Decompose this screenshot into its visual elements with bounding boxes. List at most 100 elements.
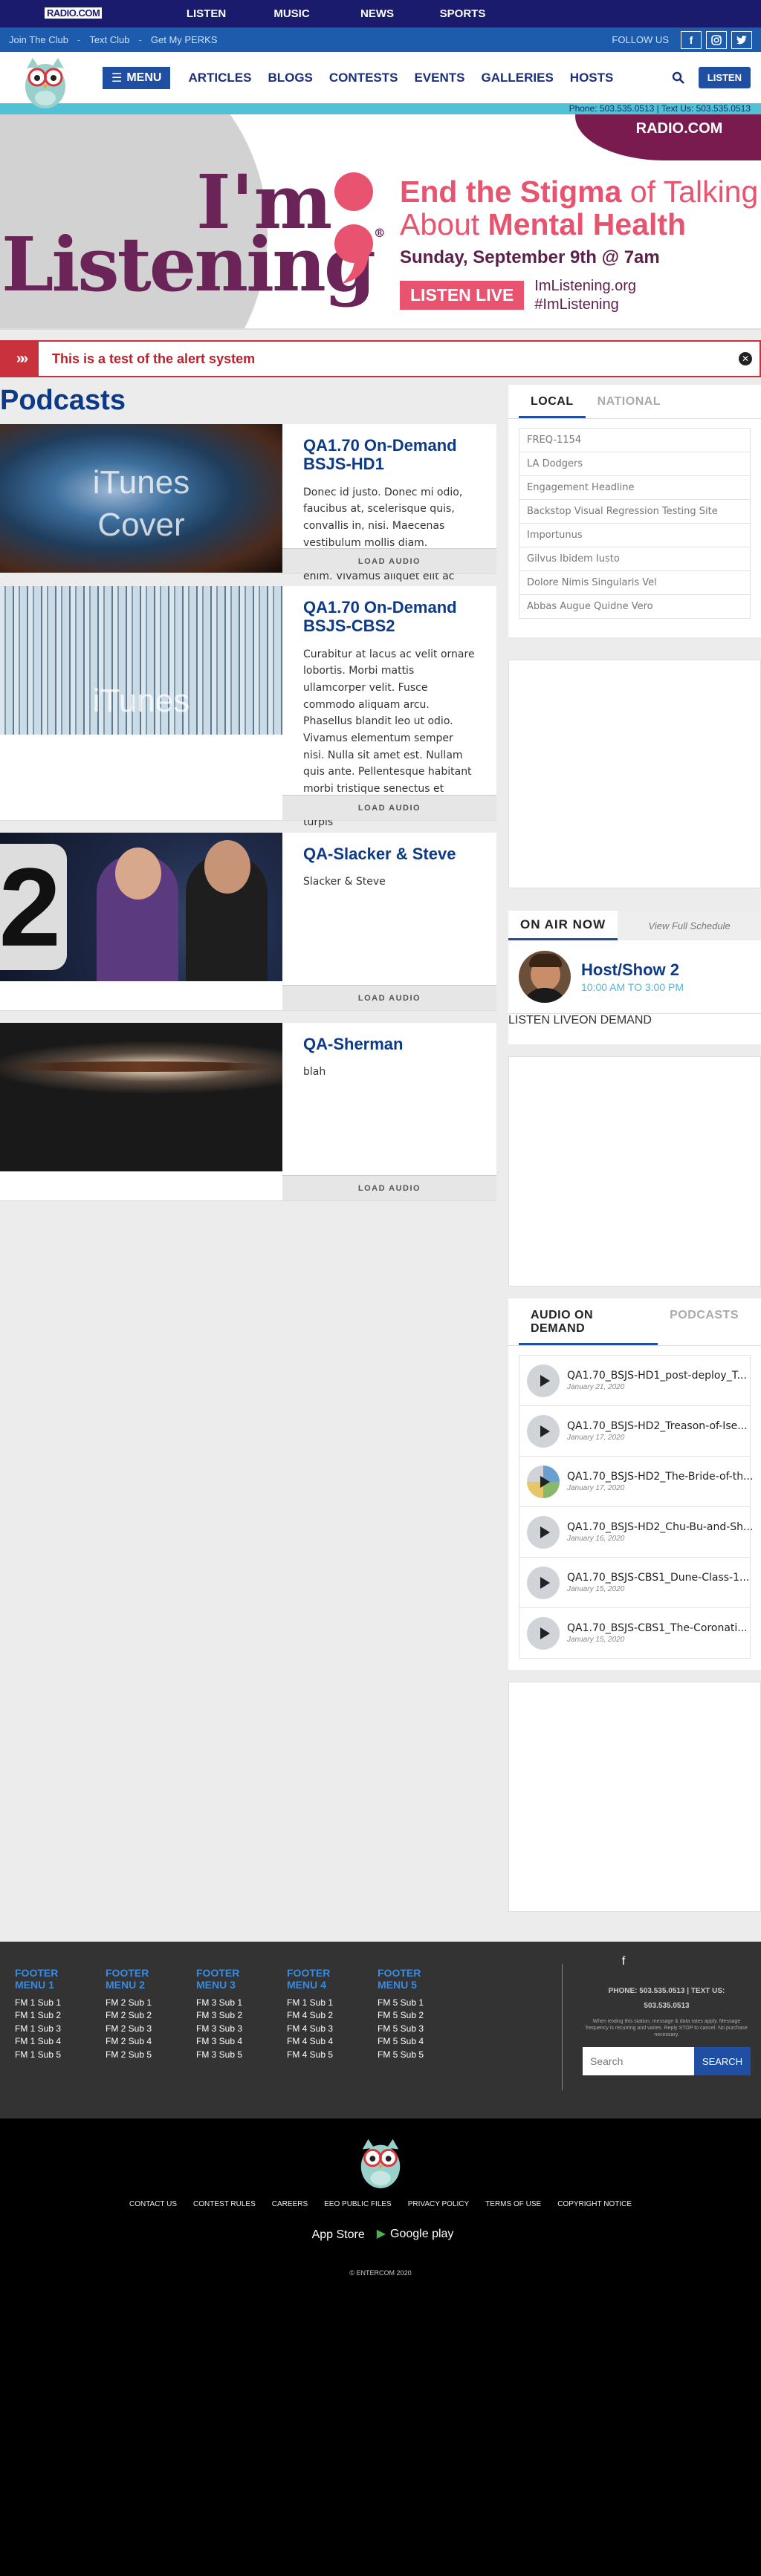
instagram-icon[interactable] [655, 1955, 668, 1972]
top-nav-listen[interactable]: LISTEN [163, 7, 249, 20]
top-nav-music[interactable]: MUSIC [249, 7, 334, 20]
footer-search-input[interactable] [583, 2047, 694, 2076]
nav-events[interactable]: EVENTS [414, 71, 464, 85]
play-icon[interactable] [527, 1566, 560, 1599]
footer-link[interactable]: FM 1 Sub 3 [15, 2023, 91, 2035]
play-icon[interactable] [527, 1364, 560, 1397]
aod-item[interactable]: QA1.70_BSJS-HD1_post-deploy_T... January … [519, 1355, 751, 1406]
footer-link[interactable]: FM 2 Sub 3 [106, 2023, 181, 2035]
podcast-thumbnail[interactable] [0, 1023, 282, 1171]
footer-link[interactable]: FM 4 Sub 5 [287, 2049, 363, 2061]
footer-link[interactable]: FM 1 Sub 1 [15, 1997, 91, 2009]
headline-item[interactable]: Gilvus Ibidem Iusto [519, 547, 751, 571]
load-audio-button[interactable]: LOAD AUDIO [282, 548, 496, 573]
search-icon[interactable] [672, 71, 685, 85]
aod-item[interactable]: QA1.70_BSJS-HD2_Treason-of-Ise... January… [519, 1405, 751, 1457]
load-audio-button[interactable]: LOAD AUDIO [282, 1175, 496, 1200]
headline-item[interactable]: Engagement Headline [519, 475, 751, 500]
podcast-title[interactable]: QA1.70 On-Demand BSJS-HD1 [303, 436, 476, 474]
headline-item[interactable]: Abbas Augue Quidne Vero [519, 594, 751, 619]
play-icon[interactable] [527, 1465, 560, 1498]
load-audio-button[interactable]: LOAD AUDIO [282, 795, 496, 820]
tab-national[interactable]: NATIONAL [586, 385, 673, 418]
nav-contests[interactable]: CONTESTS [329, 71, 398, 85]
on-air-listen-live-button[interactable]: LISTEN LIVE [508, 1014, 579, 1027]
headline-item[interactable]: FREQ-1154 [519, 428, 751, 452]
perks-link[interactable]: Get My PERKS [151, 34, 218, 45]
play-icon[interactable] [527, 1515, 560, 1549]
footer-link[interactable]: FM 2 Sub 5 [106, 2049, 181, 2061]
footer-menu-title[interactable]: FOOTER MENU 2 [106, 1967, 181, 1991]
privacy-policy-link[interactable]: PRIVACY POLICY [408, 2200, 469, 2208]
footer-link[interactable]: FM 3 Sub 4 [196, 2035, 272, 2048]
twitter-icon[interactable] [698, 1955, 711, 1972]
footer-link[interactable]: FM 3 Sub 5 [196, 2049, 272, 2061]
podcast-thumbnail[interactable]: 2 [0, 833, 282, 981]
nav-blogs[interactable]: BLOGS [268, 71, 312, 85]
footer-link[interactable]: FM 3 Sub 1 [196, 1997, 272, 2009]
facebook-icon[interactable]: f [681, 30, 702, 49]
footer-link[interactable]: FM 5 Sub 3 [378, 2023, 453, 2035]
headline-item[interactable]: Importunus [519, 523, 751, 547]
hero-listen-live-button[interactable]: LISTEN LIVE [400, 281, 525, 310]
footer-link[interactable]: FM 4 Sub 4 [287, 2035, 363, 2048]
footer-link[interactable]: FM 5 Sub 4 [378, 2035, 453, 2048]
aod-item[interactable]: QA1.70_BSJS-CBS1_The-Coronati... January … [519, 1607, 751, 1659]
facebook-icon[interactable]: f [622, 1955, 625, 1972]
contact-us-link[interactable]: CONTACT US [129, 2200, 177, 2208]
footer-link[interactable]: FM 1 Sub 1 [287, 1997, 363, 2009]
station-owl-logo[interactable] [355, 2133, 406, 2188]
view-schedule-link[interactable]: View Full Schedule [618, 911, 761, 940]
footer-link[interactable]: FM 2 Sub 2 [106, 2009, 181, 2022]
nav-hosts[interactable]: HOSTS [570, 71, 614, 85]
footer-link[interactable]: FM 4 Sub 2 [287, 2009, 363, 2022]
podcast-thumbnail[interactable]: iTunes [0, 586, 282, 735]
top-nav-news[interactable]: NEWS [334, 7, 420, 20]
site-logo[interactable]: RADIO.COM [45, 6, 163, 22]
footer-search-button[interactable]: SEARCH [694, 2047, 751, 2076]
join-club-link[interactable]: Join The Club [9, 34, 68, 45]
footer-menu-title[interactable]: FOOTER MENU 3 [196, 1967, 272, 1991]
footer-menu-title[interactable]: FOOTER MENU 5 [378, 1967, 453, 1991]
on-air-on-demand-button[interactable]: ON DEMAND [579, 1014, 652, 1027]
footer-link[interactable]: FM 1 Sub 4 [15, 2035, 91, 2048]
load-audio-button[interactable]: LOAD AUDIO [282, 985, 496, 1010]
podcast-thumbnail[interactable]: iTunes Cover [0, 424, 282, 573]
footer-link[interactable]: FM 3 Sub 3 [196, 2023, 272, 2035]
aod-item[interactable]: QA1.70_BSJS-HD2_Chu-Bu-and-Sh... January … [519, 1506, 753, 1558]
tab-audio-on-demand[interactable]: AUDIO ON DEMAND [519, 1298, 658, 1345]
app-store-button[interactable]: App Store [308, 2226, 365, 2242]
careers-link[interactable]: CAREERS [272, 2200, 308, 2208]
tab-podcasts[interactable]: PODCASTS [658, 1298, 751, 1345]
twitter-icon[interactable] [731, 30, 752, 49]
headline-item[interactable]: Backstop Visual Regression Testing Site [519, 499, 751, 524]
menu-button[interactable]: ☰ MENU [103, 66, 171, 89]
aod-item[interactable]: QA1.70_BSJS-HD2_The-Bride-of-th... Januar… [519, 1456, 753, 1507]
footer-link[interactable]: FM 1 Sub 5 [15, 2049, 91, 2061]
play-icon[interactable] [527, 1616, 560, 1650]
copyright-notice-link[interactable]: COPYRIGHT NOTICE [557, 2200, 632, 2208]
text-club-link[interactable]: Text Club [89, 34, 129, 45]
footer-menu-title[interactable]: FOOTER MENU 1 [15, 1967, 91, 1991]
footer-link[interactable]: FM 5 Sub 2 [378, 2009, 453, 2022]
footer-link[interactable]: FM 4 Sub 3 [287, 2023, 363, 2035]
footer-link[interactable]: FM 1 Sub 2 [15, 2009, 91, 2022]
podcast-title[interactable]: QA-Slacker & Steve [303, 845, 476, 863]
headline-item[interactable]: Dolore Nimis Singularis Vel [519, 570, 751, 595]
eeo-public-files-link[interactable]: EEO PUBLIC FILES [324, 2200, 392, 2208]
footer-link[interactable]: FM 5 Sub 5 [378, 2049, 453, 2061]
nav-articles[interactable]: ARTICLES [188, 71, 251, 85]
google-play-button[interactable]: ▶ Google play [377, 2226, 454, 2242]
headline-item[interactable]: LA Dodgers [519, 452, 751, 476]
listen-button[interactable]: LISTEN [698, 67, 751, 88]
aod-item[interactable]: QA1.70_BSJS-CBS1_Dune-Class-1... January … [519, 1557, 751, 1608]
top-nav-sports[interactable]: SPORTS [420, 7, 505, 20]
play-icon[interactable] [527, 1414, 560, 1448]
show-title[interactable]: Host/Show 2 [581, 960, 684, 980]
terms-of-use-link[interactable]: TERMS OF USE [485, 2200, 541, 2208]
hero-banner[interactable]: RADIO.COM I'm Listening® End the Stigma … [0, 114, 761, 330]
nav-galleries[interactable]: GALLERIES [482, 71, 554, 85]
station-owl-logo[interactable] [19, 52, 71, 108]
footer-link[interactable]: FM 3 Sub 2 [196, 2009, 272, 2022]
footer-link[interactable]: FM 2 Sub 1 [106, 1997, 181, 2009]
